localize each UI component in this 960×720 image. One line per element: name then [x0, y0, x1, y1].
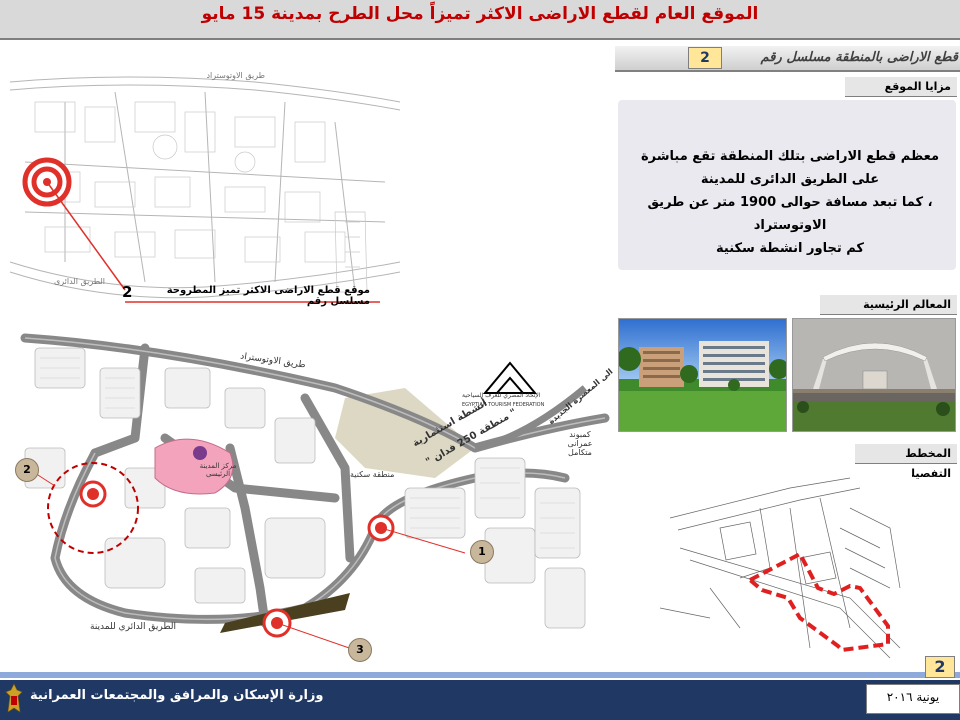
- marker-3: 3: [348, 638, 372, 662]
- page-title: الموقع العام لقطع الاراضى الاكثر تميزاً …: [201, 4, 759, 24]
- ministry-name: وزارة الإسكان والمرافق والمجتمعات العمرا…: [30, 688, 324, 703]
- marker-2: 2: [15, 458, 39, 482]
- footer-rule: [0, 672, 960, 678]
- city-center-label: مركز المدينة الرئيسى: [199, 462, 237, 478]
- top-map-ring-label: الطريق الدائرى: [54, 277, 105, 286]
- top-map-caption-number: 2: [122, 283, 133, 301]
- description-line-2: على الطريق الدائرى للمدينة: [700, 172, 880, 187]
- top-map: طريق الاوتوستراد الطريق الدائرى: [5, 62, 405, 307]
- landmark-photo-buildings: [618, 318, 787, 432]
- main-map: [5, 328, 610, 668]
- marker-1: 1: [470, 540, 494, 564]
- description-line-1: معظم قطع الاراضى بتلك المنطقة تقع مباشرة: [640, 149, 939, 164]
- landmarks-label: المعالم الرئيسية بالمدينة: [820, 295, 957, 331]
- page-number: 2: [925, 656, 955, 678]
- section-number-badge: 2: [688, 47, 722, 69]
- detailed-plan-drawing: [650, 468, 912, 664]
- detailed-plan-label: المخطط التفصيلى: [855, 444, 957, 480]
- footer-date: يونية ٢٠١٦: [886, 690, 940, 704]
- slide: الموقع العام لقطع الاراضى الاكثر تميزاً …: [0, 0, 960, 720]
- target-2: [79, 480, 107, 508]
- landmark-photo-gate: [792, 318, 956, 432]
- description-text: معظم قطع الاراضى بتلك المنطقة تقع مباشرة…: [640, 145, 940, 260]
- top-map-caption: موقع قطع الاراضى الاكثر تميز المطروحة مس…: [166, 285, 370, 307]
- residential-label: منطقة سكنية: [350, 470, 395, 479]
- geo-advantages-label: مزايا الموقع الجغرافى: [845, 77, 957, 113]
- description-line-3: ، كما تبعد مسافة حوالى 1900 متر عن طريق …: [647, 195, 933, 233]
- main-map-ring-road-label: الطريق الدائري للمدينة: [90, 622, 177, 632]
- eagle-emblem-icon: [4, 682, 24, 716]
- section-header-label: قطع الاراضى بالمنطقة مسلسل رقم: [760, 50, 958, 65]
- compound-label: كمبوند عمرانى متكامل: [567, 430, 593, 457]
- federation-label-ar: الإتحاد المصري للغرف السياحية: [462, 392, 541, 399]
- top-map-road-label: طريق الاوتوستراد: [206, 71, 265, 80]
- federation-label-en: EGYPTIAN TOURISM FEDERATION: [462, 402, 545, 408]
- description-line-4: كم تجاور انشطة سكنية: [716, 241, 864, 256]
